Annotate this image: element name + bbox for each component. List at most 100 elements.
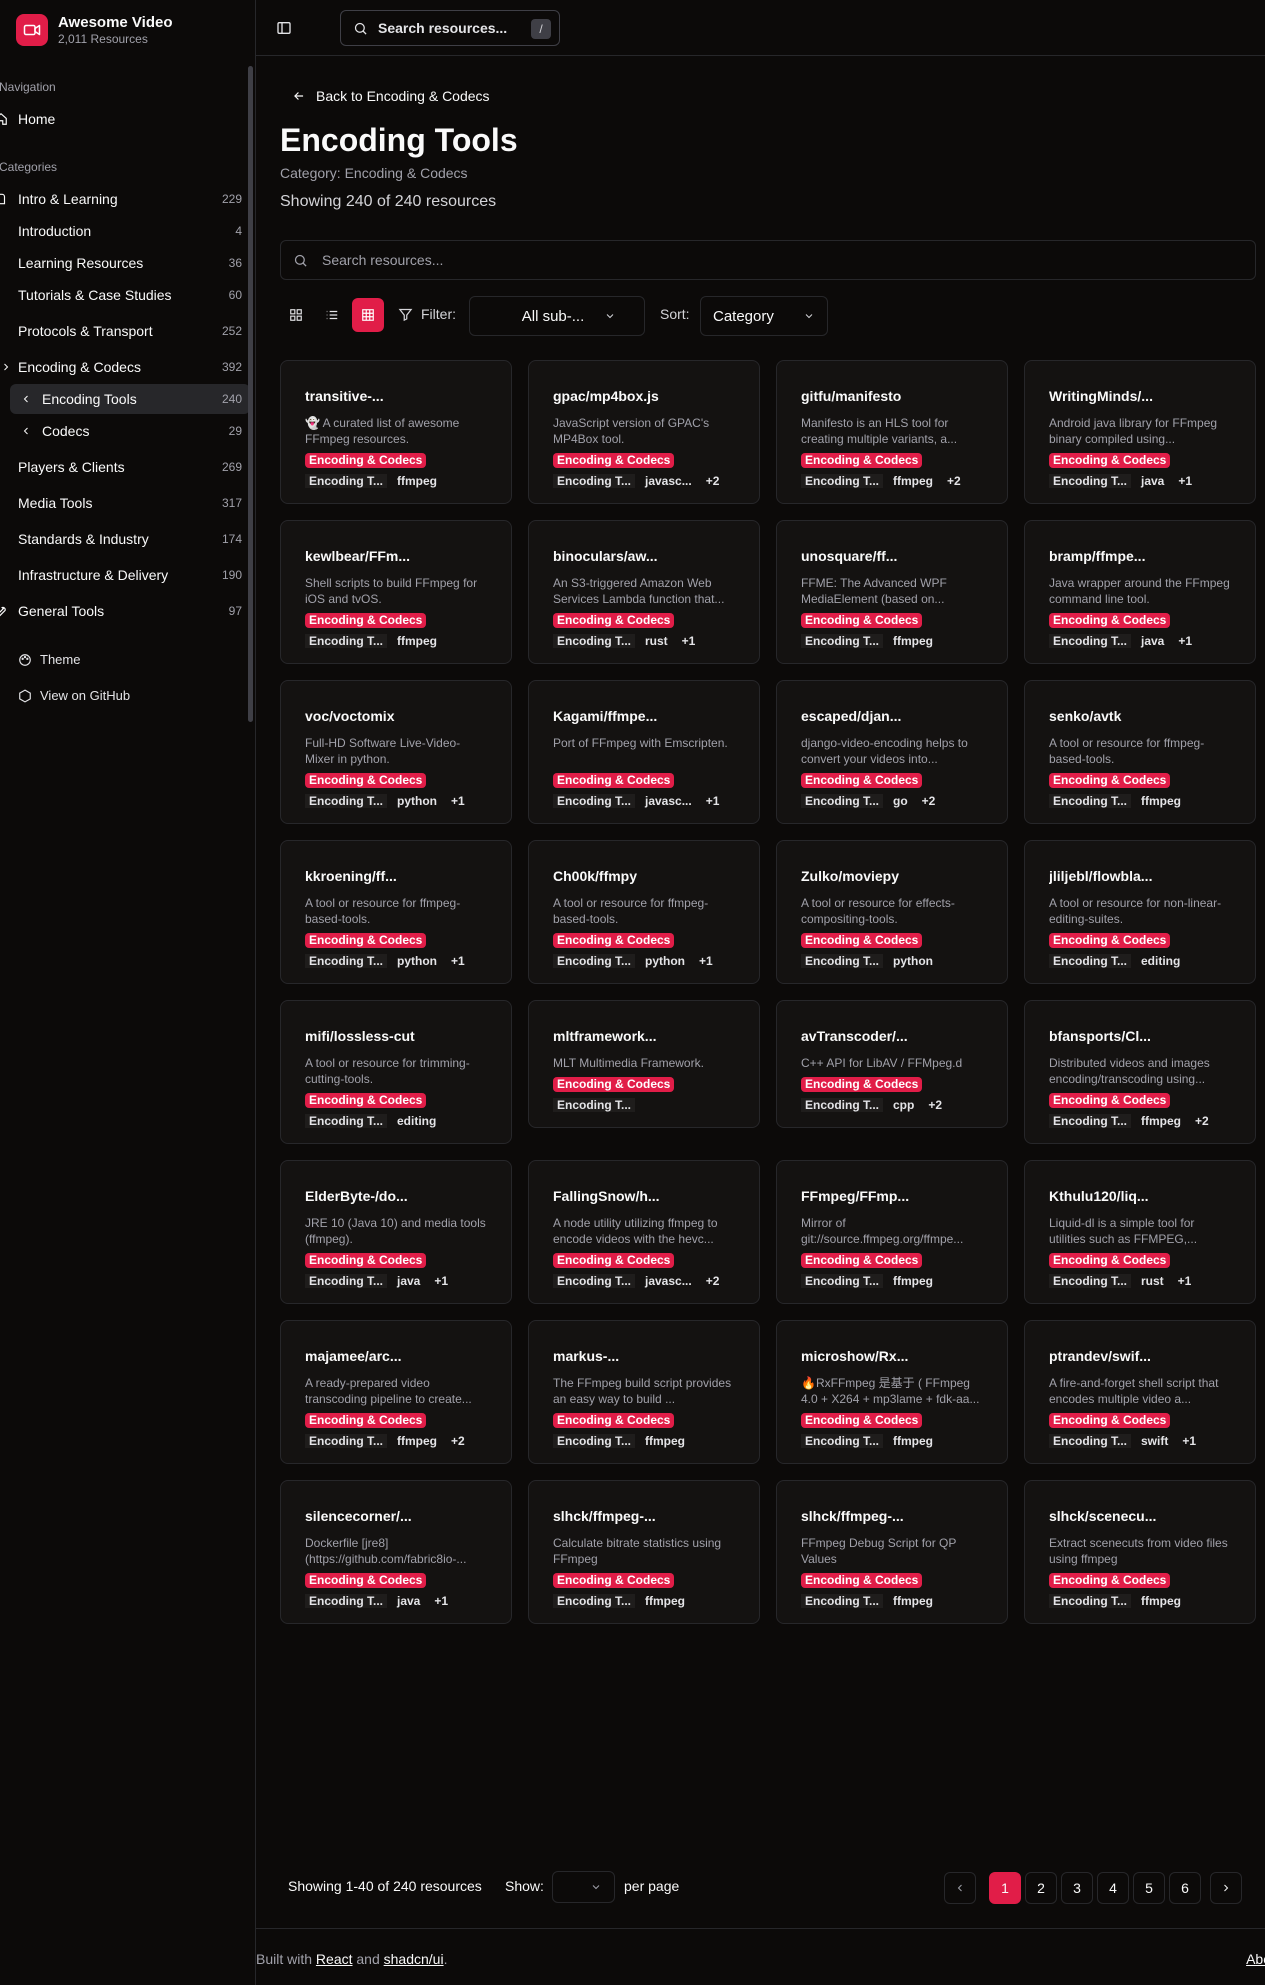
subcategory-tag: Encoding T...	[305, 1114, 387, 1128]
resource-card[interactable]: gitfu/manifesto Manifesto is an HLS tool …	[776, 360, 1008, 504]
back-link[interactable]: Back to Encoding & Codecs	[292, 88, 490, 104]
sidebar-item-intro-learning[interactable]: Intro & Learning 229	[0, 184, 250, 214]
subcategory-tag: Encoding T...	[305, 474, 387, 488]
grid-view-button[interactable]	[280, 298, 312, 332]
shadcn-link[interactable]: shadcn/ui	[384, 1951, 444, 1967]
page-button-6[interactable]: 6	[1169, 1872, 1201, 1904]
list-view-button[interactable]	[316, 298, 348, 332]
tag: javasc...	[645, 1274, 692, 1288]
sidebar-item-general-tools[interactable]: General Tools 97	[0, 596, 250, 626]
resource-card[interactable]: markus-... The FFmpeg build script provid…	[528, 1320, 760, 1464]
brand[interactable]: Awesome Video 2,011 Resources	[16, 14, 173, 46]
resource-card[interactable]: mifi/lossless-cut A tool or resource for …	[280, 1000, 512, 1144]
sidebar-item-encoding-tools[interactable]: Encoding Tools 240	[10, 384, 250, 414]
resource-card[interactable]: kkroening/ff... A tool or resource for ff…	[280, 840, 512, 984]
sidebar-item-tutorials[interactable]: Tutorials & Case Studies 60	[18, 280, 250, 310]
resource-card[interactable]: bfansports/Cl... Distributed videos and i…	[1024, 1000, 1256, 1144]
resource-card[interactable]: Kagami/ffmpe... Port of FFmpeg with Emscr…	[528, 680, 760, 824]
tag-list: Encoding T... javasc... +2	[553, 472, 735, 490]
resource-card[interactable]: mltframework... MLT Multimedia Framework.…	[528, 1000, 760, 1128]
tag: python	[397, 954, 437, 968]
tag-list: Encoding T... python +1	[305, 952, 487, 970]
resource-description: MLT Multimedia Framework.	[553, 1056, 704, 1070]
resource-card[interactable]: escaped/djan... django-video-encoding hel…	[776, 680, 1008, 824]
sidebar-item-home[interactable]: Home	[0, 104, 250, 134]
compact-grid-view-button[interactable]	[352, 298, 384, 332]
palette-icon	[19, 653, 31, 666]
sidebar-item-encoding-codecs[interactable]: Encoding & Codecs 392	[0, 352, 250, 382]
resource-card[interactable]: WritingMinds/... Android java library for…	[1024, 360, 1256, 504]
category-badge: Encoding & Codecs	[1049, 773, 1171, 788]
resource-title: bramp/ffmpe...	[1049, 548, 1146, 564]
resource-card[interactable]: bramp/ffmpe... Java wrapper around the FF…	[1024, 520, 1256, 664]
category-badge: Encoding & Codecs	[1049, 1413, 1171, 1428]
resource-card[interactable]: Kthulu120/liq... Liquid-dl is a simple to…	[1024, 1160, 1256, 1304]
resource-card[interactable]: kewlbear/FFm... Shell scripts to build FF…	[280, 520, 512, 664]
sidebar-item-label: Players & Clients	[18, 459, 125, 475]
tag: +1	[1177, 1274, 1192, 1288]
resource-card[interactable]: unosquare/ff... FFME: The Advanced WPF Me…	[776, 520, 1008, 664]
sidebar-item-media-tools[interactable]: Media Tools 317	[18, 488, 250, 518]
resource-card[interactable]: ElderByte-/do... JRE 10 (Java 10) and med…	[280, 1160, 512, 1304]
resource-card[interactable]: FFmpeg/FFmp... Mirror of git://source.ffm…	[776, 1160, 1008, 1304]
tag: ffmpeg	[893, 634, 933, 648]
theme-button[interactable]: Theme	[18, 652, 80, 667]
resource-description: Manifesto is an HLS tool for creating mu…	[801, 416, 958, 446]
sidebar-item-introduction[interactable]: Introduction 4	[18, 216, 250, 246]
tag: java	[397, 1594, 421, 1608]
sidebar-item-infrastructure[interactable]: Infrastructure & Delivery 190	[18, 560, 250, 590]
resource-description: A tool or resource for effects-compositi…	[801, 896, 955, 926]
sidebar-toggle-button[interactable]	[272, 16, 296, 40]
resource-search-input[interactable]: Search resources...	[280, 240, 1256, 280]
resource-card[interactable]: avTranscoder/... C++ API for LibAV / FFMp…	[776, 1000, 1008, 1128]
sidebar-item-learning-resources[interactable]: Learning Resources 36	[18, 248, 250, 278]
sidebar-item-codecs[interactable]: Codecs 29	[10, 416, 250, 446]
subcategory-tag: Encoding T...	[801, 634, 883, 648]
page-button-3[interactable]: 3	[1061, 1872, 1093, 1904]
resource-card[interactable]: majamee/arc... A ready-prepared video tra…	[280, 1320, 512, 1464]
resource-card[interactable]: slhck/ffmpeg-... FFmpeg Debug Script for …	[776, 1480, 1008, 1624]
resource-card[interactable]: jliljebl/flowbla... A tool or resource fo…	[1024, 840, 1256, 984]
tag-list: Encoding T... ffmpeg	[801, 632, 983, 650]
resource-card[interactable]: transitive-... 👻 A curated list of awesom…	[280, 360, 512, 504]
resource-card[interactable]: ptrandev/swif... A fire-and-forget shell …	[1024, 1320, 1256, 1464]
page-size-select[interactable]	[552, 1871, 615, 1903]
resource-card[interactable]: microshow/Rx... 🔥RxFFmpeg 是基于 ( FFmpeg 4.…	[776, 1320, 1008, 1464]
subcategory-tag: Encoding T...	[305, 954, 387, 968]
resource-card[interactable]: binoculars/aw... An S3-triggered Amazon W…	[528, 520, 760, 664]
github-link[interactable]: View on GitHub	[18, 688, 130, 703]
next-page-button[interactable]	[1210, 1872, 1242, 1904]
sort-select[interactable]: Category	[700, 296, 828, 336]
page-button-5[interactable]: 5	[1133, 1872, 1165, 1904]
sidebar-item-standards[interactable]: Standards & Industry 174	[18, 524, 250, 554]
filter-select[interactable]: All sub-...	[469, 296, 645, 336]
resource-card[interactable]: senko/avtk A tool or resource for ffmpeg-…	[1024, 680, 1256, 824]
resource-card[interactable]: voc/voctomix Full-HD Software Live-Video-…	[280, 680, 512, 824]
top-header: Search resources... /	[256, 0, 1265, 56]
resource-card[interactable]: Ch00k/ffmpy A tool or resource for ffmpeg…	[528, 840, 760, 984]
resource-card[interactable]: FallingSnow/h... A node utility utilizing…	[528, 1160, 760, 1304]
react-link[interactable]: React	[316, 1951, 353, 1967]
about-link[interactable]: Abo	[1246, 1951, 1265, 1967]
github-label: View on GitHub	[40, 688, 131, 703]
resource-card[interactable]: slhck/scenecu... Extract scenecuts from v…	[1024, 1480, 1256, 1624]
resource-card[interactable]: Zulko/moviepy A tool or resource for effe…	[776, 840, 1008, 984]
tag: +1	[699, 954, 713, 968]
page-button-4[interactable]: 4	[1097, 1872, 1129, 1904]
resource-description: 👻 A curated list of awesome FFmpeg resou…	[305, 416, 460, 446]
sidebar-scrollbar[interactable]	[248, 66, 253, 722]
sidebar-item-players[interactable]: Players & Clients 269	[18, 452, 250, 482]
sidebar-item-protocols[interactable]: Protocols & Transport 252	[18, 316, 250, 346]
tag: ffmpeg	[893, 474, 933, 488]
resource-card[interactable]: slhck/ffmpeg-... Calculate bitrate statis…	[528, 1480, 760, 1624]
resource-card[interactable]: silencecorner/... Dockerfile [jre8] (http…	[280, 1480, 512, 1624]
prev-page-button[interactable]	[944, 1872, 976, 1904]
resource-card[interactable]: gpac/mp4box.js JavaScript version of GPAC…	[528, 360, 760, 504]
resource-description: Shell scripts to build FFmpeg for iOS an…	[305, 576, 478, 606]
tag: rust	[645, 634, 668, 648]
header-search-input[interactable]: Search resources... /	[340, 10, 560, 46]
page-button-1[interactable]: 1	[989, 1872, 1021, 1904]
page-button-2[interactable]: 2	[1025, 1872, 1057, 1904]
resource-title: Kthulu120/liq...	[1049, 1188, 1149, 1204]
subcategory-tag: Encoding T...	[553, 1098, 635, 1112]
